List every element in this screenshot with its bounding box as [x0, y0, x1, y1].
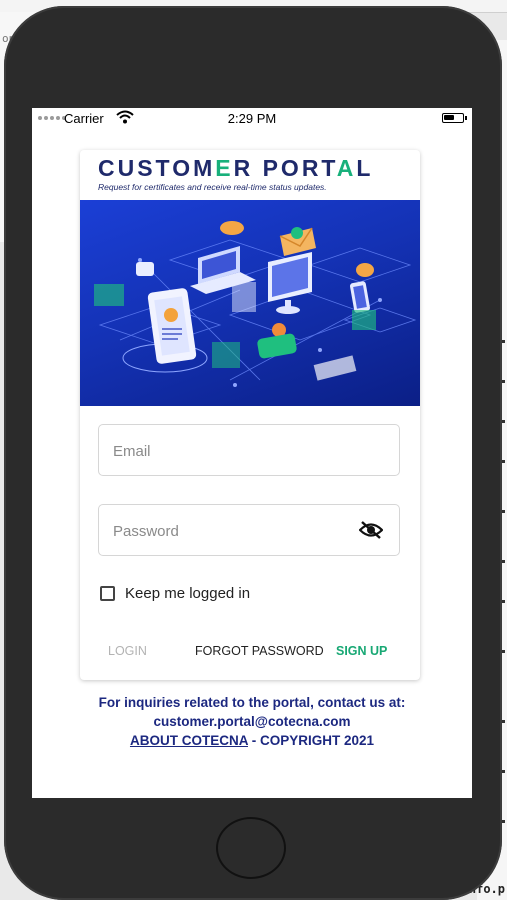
phone-frame: Carrier 2:29 PM CUSTOMER PORTAL Request … — [4, 6, 502, 900]
password-field[interactable] — [98, 504, 400, 557]
remember-me-label: Keep me logged in — [125, 584, 251, 602]
login-form: Keep me logged in LOGIN FORGOT PASSWORD … — [80, 406, 420, 680]
monitor-graphic — [268, 252, 312, 314]
password-input[interactable] — [111, 505, 355, 557]
status-bar: Carrier 2:29 PM — [32, 108, 472, 130]
about-cotecna-link[interactable]: ABOUT COTECNA — [130, 733, 248, 748]
form-actions: LOGIN FORGOT PASSWORD SIGN UP — [80, 640, 420, 664]
certificate-phone-graphic — [147, 288, 197, 364]
sign-up-button[interactable]: SIGN UP — [336, 644, 387, 658]
contact-email[interactable]: customer.portal@cotecna.com — [32, 712, 472, 731]
isometric-devices-illustration — [94, 221, 417, 387]
visibility-off-icon[interactable] — [359, 520, 383, 540]
contact-footer: For inquiries related to the portal, con… — [32, 693, 472, 750]
brand-header: CUSTOMER PORTAL Request for certificates… — [80, 150, 420, 200]
app-screen: Carrier 2:29 PM CUSTOMER PORTAL Request … — [32, 108, 472, 798]
envelope-graphic — [279, 227, 316, 256]
contact-text: For inquiries related to the portal, con… — [98, 695, 406, 710]
login-button[interactable]: LOGIN — [108, 644, 147, 658]
copyright-text: - COPYRIGHT 2021 — [247, 733, 375, 748]
footer-links: ABOUT COTECNA - COPYRIGHT 2021 — [32, 731, 472, 750]
battery-level — [444, 115, 455, 120]
home-button[interactable] — [216, 817, 286, 879]
status-time: 2:29 PM — [227, 111, 277, 126]
hero-illustration — [80, 200, 420, 406]
portal-title: CUSTOMER PORTAL — [98, 155, 374, 181]
mobile-graphic — [349, 281, 371, 313]
remember-me[interactable]: Keep me logged in — [100, 582, 250, 604]
login-card: CUSTOMER PORTAL Request for certificates… — [80, 150, 420, 680]
email-field[interactable] — [98, 424, 400, 477]
remember-me-checkbox[interactable] — [100, 585, 115, 601]
email-input[interactable] — [111, 425, 355, 477]
battery-icon — [442, 113, 467, 123]
portal-tagline: Request for certificates and receive rea… — [98, 182, 327, 192]
forgot-password-button[interactable]: FORGOT PASSWORD — [195, 644, 324, 658]
